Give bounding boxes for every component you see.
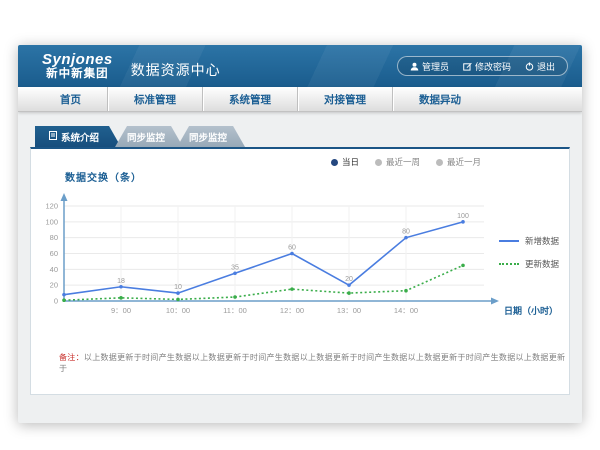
- svg-text:20: 20: [50, 281, 58, 290]
- svg-text:60: 60: [288, 245, 296, 252]
- svg-text:10：00: 10：00: [166, 306, 190, 315]
- footnote-label: 备注：: [59, 353, 84, 362]
- svg-text:80: 80: [402, 229, 410, 236]
- tab-sync-monitor-2[interactable]: 同步监控: [177, 126, 245, 147]
- radio-dot: [331, 159, 338, 166]
- svg-text:20: 20: [345, 276, 353, 283]
- nav-item-data-change[interactable]: 数据异动: [392, 87, 487, 111]
- tab-system-intro[interactable]: 系统介绍: [35, 126, 121, 147]
- svg-text:13：00: 13：00: [337, 306, 361, 315]
- radio-label: 当日: [342, 156, 359, 168]
- radio-today[interactable]: 当日: [331, 156, 359, 168]
- svg-text:10: 10: [174, 284, 182, 291]
- edit-icon: [463, 62, 472, 71]
- page-title: 数据资源中心: [131, 60, 221, 80]
- logout-button[interactable]: 退出: [525, 60, 555, 73]
- legend-line-sample: [499, 263, 519, 265]
- nav-item-home[interactable]: 首页: [34, 87, 107, 111]
- line-chart: 0 20 40 60 80 100 120 9：00 10：00 11：00 12：00 13：00 1…: [31, 189, 569, 329]
- svg-text:40: 40: [50, 265, 58, 274]
- user-toolbar: 管理员 修改密码 退出: [397, 56, 568, 76]
- tab-bar: 系统介绍 同步监控 同步监控: [35, 126, 570, 147]
- nav-item-interface-mgmt[interactable]: 对接管理: [297, 87, 392, 111]
- radio-label: 最近一周: [386, 156, 420, 168]
- legend-label: 更新数据: [525, 258, 559, 270]
- radio-label: 最近一月: [447, 156, 481, 168]
- legend-label: 新增数据: [525, 235, 559, 247]
- time-range-filter: 当日 最近一周 最近一月: [331, 156, 481, 168]
- chart-panel: 当日 最近一周 最近一月 数据交换（条） 0 20 40 60 80 100 120 9：00…: [30, 147, 570, 395]
- tab-label: 同步监控: [189, 130, 227, 144]
- svg-text:12：00: 12：00: [280, 306, 304, 315]
- radio-last-month[interactable]: 最近一月: [436, 156, 481, 168]
- radio-dot: [436, 159, 443, 166]
- svg-text:60: 60: [50, 249, 58, 258]
- change-password-label: 修改密码: [475, 60, 511, 73]
- nav-item-standard-mgmt[interactable]: 标准管理: [107, 87, 202, 111]
- radio-dot: [375, 159, 382, 166]
- tab-sync-monitor-1[interactable]: 同步监控: [115, 126, 183, 147]
- legend-item-update-data: 更新数据: [499, 258, 559, 270]
- chart-legend: 新增数据 更新数据: [499, 235, 559, 270]
- logo-sub: 新中新集团: [42, 68, 113, 80]
- logo: Synjones 新中新集团: [42, 52, 113, 80]
- nav-item-system-mgmt[interactable]: 系统管理: [202, 87, 297, 111]
- tab-label: 同步监控: [127, 130, 165, 144]
- admin-label: 管理员: [422, 60, 449, 73]
- svg-text:120: 120: [45, 202, 58, 211]
- svg-text:100: 100: [45, 217, 58, 226]
- svg-text:18: 18: [117, 278, 125, 285]
- tab-label: 系统介绍: [61, 130, 99, 144]
- header: Synjones 新中新集团 数据资源中心 管理员 修改密码 退出: [18, 45, 582, 87]
- admin-button[interactable]: 管理员: [410, 60, 449, 73]
- svg-text:9：00: 9：00: [111, 306, 131, 315]
- logout-label: 退出: [537, 60, 555, 73]
- svg-text:11：00: 11：00: [223, 306, 247, 315]
- change-password-button[interactable]: 修改密码: [463, 60, 511, 73]
- svg-text:35: 35: [231, 264, 239, 271]
- radio-last-week[interactable]: 最近一周: [375, 156, 420, 168]
- user-icon: [410, 62, 419, 71]
- app-window: Synjones 新中新集团 数据资源中心 管理员 修改密码 退出 首页 标准管…: [18, 45, 582, 423]
- svg-text:14：00: 14：00: [394, 306, 418, 315]
- svg-text:100: 100: [457, 213, 469, 220]
- footnote: 备注：以上数据更新于时间产生数据以上数据更新于时间产生数据以上数据更新于时间产生…: [59, 352, 569, 374]
- y-axis-title: 数据交换（条）: [65, 169, 142, 184]
- power-icon: [525, 62, 534, 71]
- main-nav: 首页 标准管理 系统管理 对接管理 数据异动: [18, 87, 582, 112]
- svg-text:日期（小时）: 日期（小时）: [504, 305, 558, 316]
- document-icon: [49, 131, 57, 143]
- legend-item-new-data: 新增数据: [499, 235, 559, 247]
- logo-main: Synjones: [42, 52, 113, 68]
- legend-line-sample: [499, 240, 519, 242]
- footnote-text: 以上数据更新于时间产生数据以上数据更新于时间产生数据以上数据更新于时间产生数据以…: [59, 353, 565, 373]
- svg-text:80: 80: [50, 233, 58, 242]
- svg-text:0: 0: [54, 297, 58, 306]
